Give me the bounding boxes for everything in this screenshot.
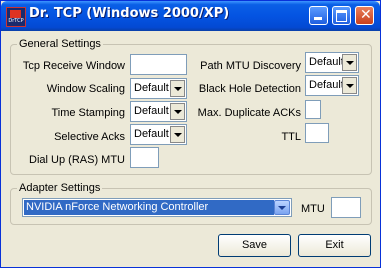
window-scaling-dropdown[interactable]: Default bbox=[130, 78, 187, 99]
adapter-selected: NVIDIA nForce Networking Controller bbox=[24, 200, 274, 215]
app-icon-graphic bbox=[10, 10, 21, 18]
minimize-button[interactable] bbox=[309, 6, 328, 25]
path-mtu-discovery-dropdown[interactable]: Default bbox=[305, 52, 359, 73]
app-icon[interactable]: DrTCP bbox=[6, 7, 26, 27]
selective-acks-value: Default bbox=[134, 128, 169, 140]
maximize-button[interactable] bbox=[332, 6, 351, 25]
adapter-mtu-label: MTU bbox=[301, 203, 325, 215]
max-duplicate-acks-input[interactable] bbox=[305, 100, 321, 119]
adapter-selected-label: NVIDIA nForce Networking Controller bbox=[26, 201, 209, 213]
app-window: DrTCP Dr. TCP (Windows 2000/XP) ✕ Genera… bbox=[0, 0, 381, 268]
title-bar[interactable]: DrTCP Dr. TCP (Windows 2000/XP) ✕ bbox=[1, 1, 380, 31]
max-duplicate-acks-label: Max. Duplicate ACKs bbox=[197, 107, 301, 119]
tcp-receive-window-input[interactable] bbox=[130, 54, 187, 75]
path-mtu-discovery-value: Default bbox=[309, 56, 344, 68]
chevron-down-icon[interactable] bbox=[170, 126, 185, 143]
dial-up-mtu-label: Dial Up (RAS) MTU bbox=[29, 154, 125, 166]
window-title: Dr. TCP (Windows 2000/XP) bbox=[29, 6, 230, 21]
path-mtu-discovery-label: Path MTU Discovery bbox=[200, 60, 301, 72]
close-icon: ✕ bbox=[360, 7, 372, 23]
chevron-down-icon[interactable] bbox=[342, 54, 357, 71]
dial-up-mtu-input[interactable] bbox=[130, 147, 159, 168]
app-icon-label: DrTCP bbox=[8, 18, 24, 24]
chevron-down-icon[interactable] bbox=[170, 80, 185, 97]
adapter-mtu-input[interactable] bbox=[331, 197, 361, 218]
minimize-icon bbox=[314, 17, 322, 20]
selective-acks-label: Selective Acks bbox=[54, 131, 125, 143]
maximize-icon bbox=[336, 10, 347, 22]
adapter-settings-legend: Adapter Settings bbox=[17, 182, 103, 194]
black-hole-detection-value: Default bbox=[309, 79, 344, 91]
time-stamping-value: Default bbox=[134, 105, 169, 117]
ttl-label: TTL bbox=[281, 131, 301, 143]
adapter-dropdown[interactable]: NVIDIA nForce Networking Controller bbox=[22, 198, 292, 217]
exit-button[interactable]: Exit bbox=[298, 234, 371, 257]
time-stamping-dropdown[interactable]: Default bbox=[130, 101, 187, 122]
general-settings-legend: General Settings bbox=[17, 38, 103, 50]
black-hole-detection-dropdown[interactable]: Default bbox=[305, 75, 359, 96]
ttl-input[interactable] bbox=[305, 123, 329, 143]
black-hole-detection-label: Black Hole Detection bbox=[198, 83, 301, 95]
tcp-receive-window-label: Tcp Receive Window bbox=[22, 60, 125, 72]
window-scaling-label: Window Scaling bbox=[46, 83, 125, 95]
save-button[interactable]: Save bbox=[218, 234, 291, 257]
chevron-down-icon[interactable] bbox=[342, 77, 357, 94]
window-scaling-value: Default bbox=[134, 82, 169, 94]
close-button[interactable]: ✕ bbox=[355, 6, 374, 25]
chevron-down-icon[interactable] bbox=[274, 200, 290, 215]
chevron-down-icon[interactable] bbox=[170, 103, 185, 120]
time-stamping-label: Time Stamping bbox=[51, 107, 125, 119]
selective-acks-dropdown[interactable]: Default bbox=[130, 124, 187, 145]
